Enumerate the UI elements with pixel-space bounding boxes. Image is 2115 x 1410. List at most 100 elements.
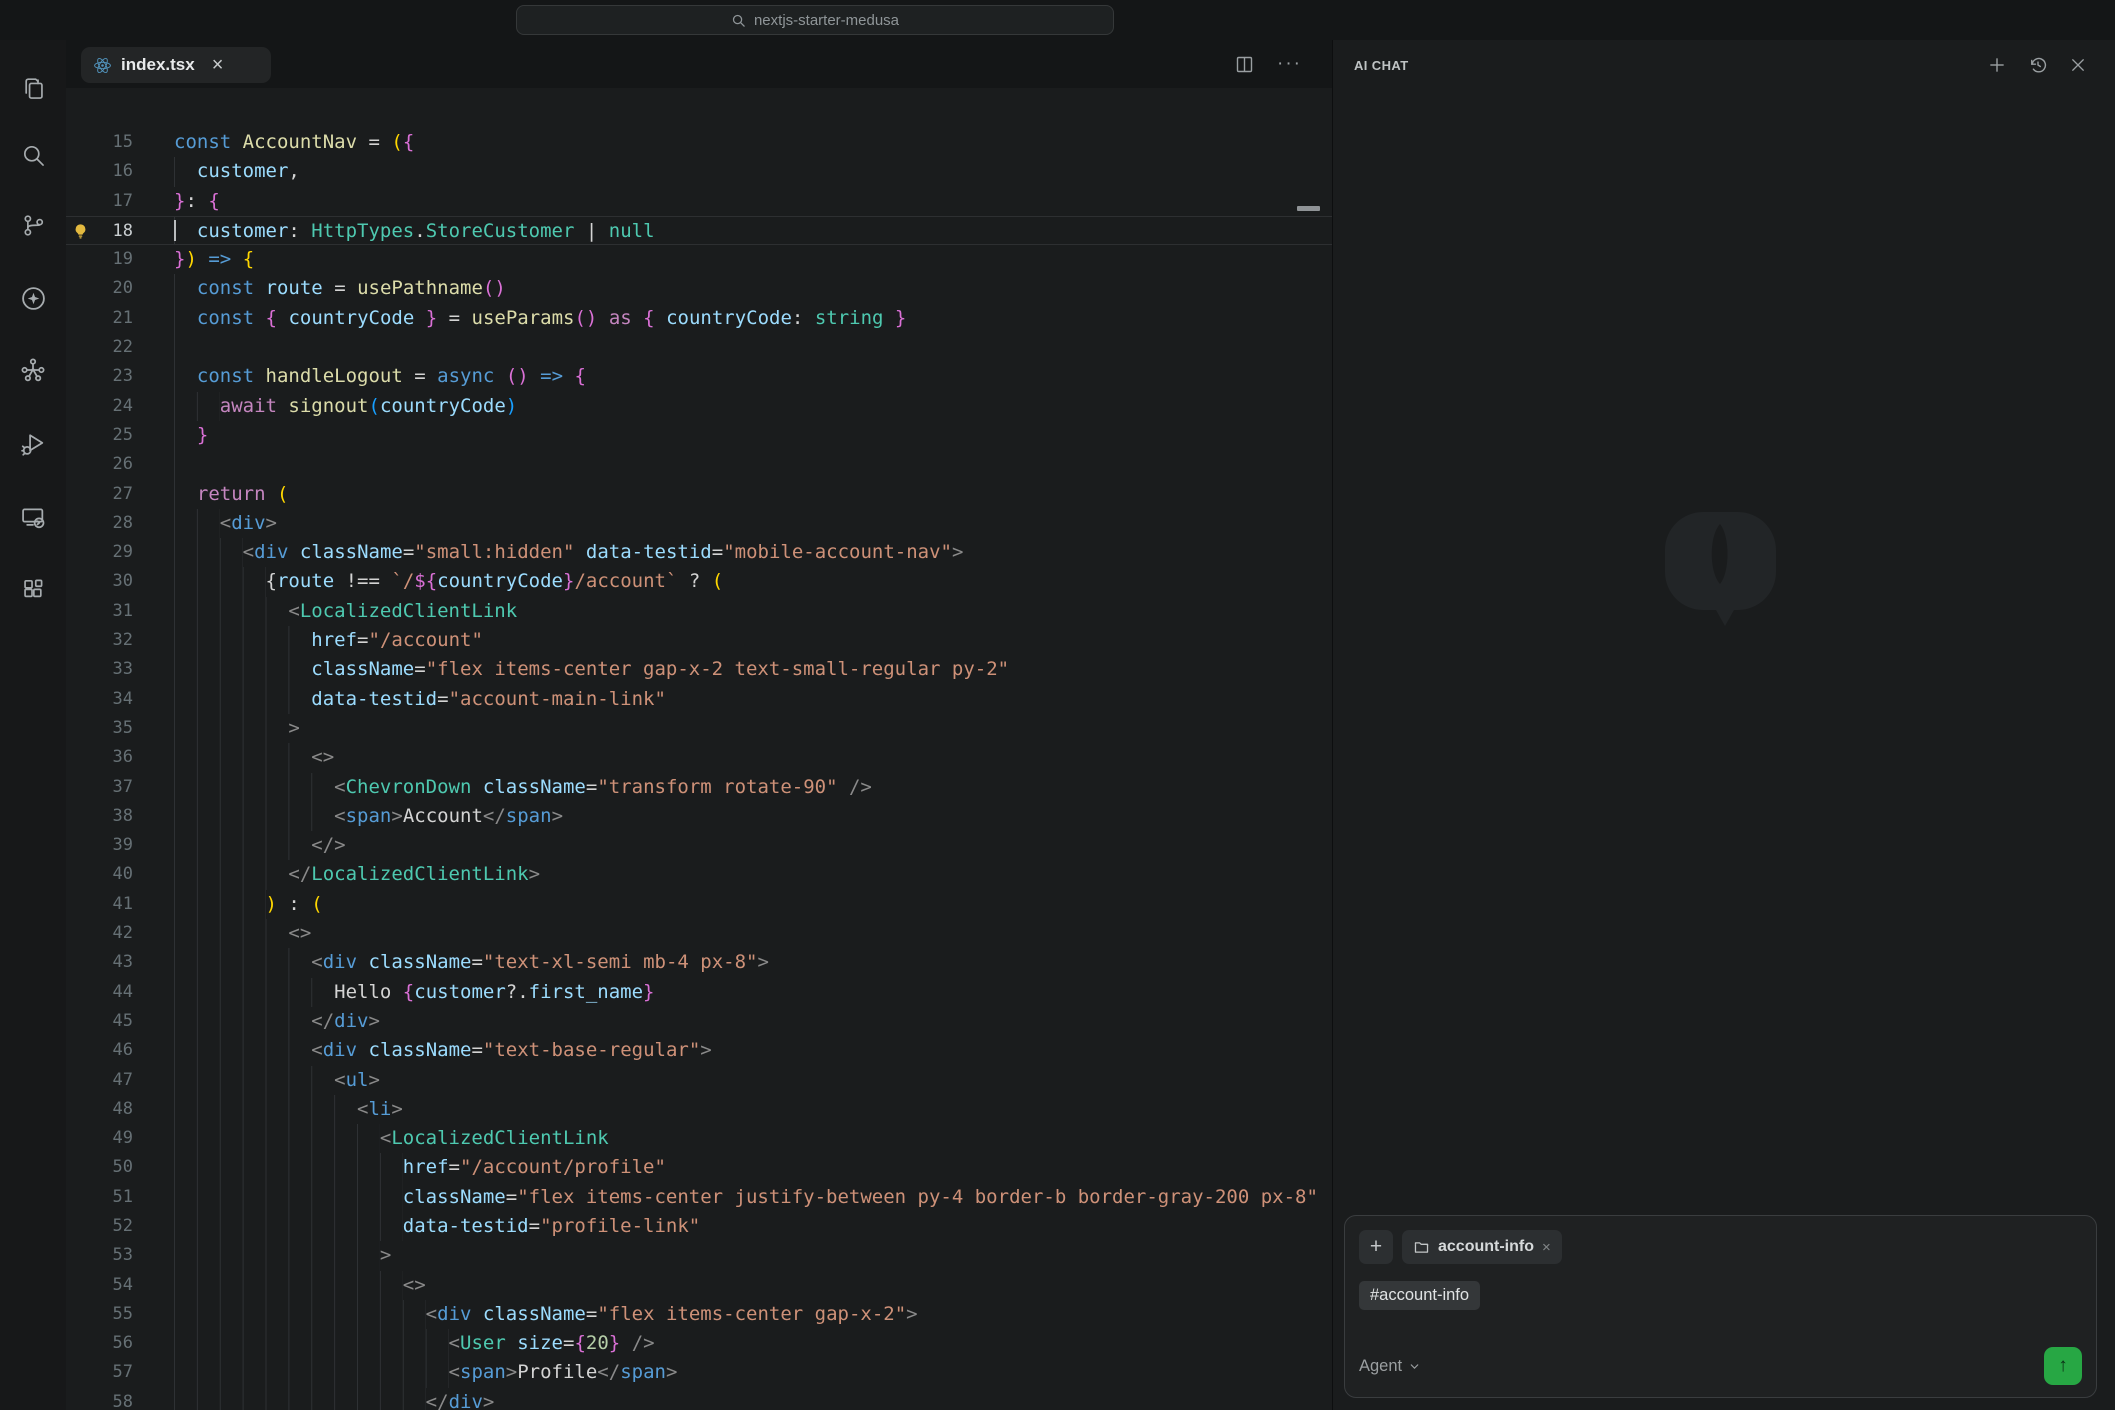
code-text: <LocalizedClientLink [174, 1124, 1332, 1153]
code-line[interactable]: 22 [66, 333, 1332, 362]
files-icon [20, 75, 47, 102]
line-number: 36 [66, 743, 133, 772]
code-line[interactable]: 45 </div> [66, 1007, 1332, 1036]
code-line[interactable]: 30 {route !== `/${countryCode}/account` … [66, 567, 1332, 596]
code-line[interactable]: 18 customer: HttpTypes.StoreCustomer | n… [66, 216, 1332, 245]
code-text: > [174, 714, 1332, 743]
more-actions-button[interactable]: ··· [1277, 53, 1302, 75]
code-line[interactable]: 50 href="/account/profile" [66, 1153, 1332, 1182]
sidebar-item-connections[interactable] [0, 348, 66, 392]
chat-header: AI CHAT [1333, 40, 2115, 90]
activity-bar [0, 40, 66, 1410]
code-line[interactable]: 21 const { countryCode } = useParams() a… [66, 304, 1332, 333]
line-number: 18 [66, 217, 133, 244]
code-line[interactable]: 44 Hello {customer?.first_name} [66, 978, 1332, 1007]
code-line[interactable]: 54 <> [66, 1271, 1332, 1300]
chip-close-icon[interactable]: × [1542, 1239, 1551, 1256]
code-line[interactable]: 41 ) : ( [66, 890, 1332, 919]
code-line[interactable]: 24 await signout(countryCode) [66, 392, 1332, 421]
indent-guides [174, 1066, 334, 1095]
indent-guides [174, 304, 197, 333]
sidebar-item-explorer[interactable] [0, 66, 66, 110]
code-line[interactable]: 35 > [66, 714, 1332, 743]
code-line[interactable]: 27 return ( [66, 480, 1332, 509]
code-text: <> [174, 743, 1332, 772]
close-icon [2069, 56, 2087, 74]
agent-mode-dropdown[interactable]: Agent [1359, 1357, 1421, 1376]
sidebar-item-search[interactable] [0, 133, 66, 177]
code-line[interactable]: 57 <span>Profile</span> [66, 1358, 1332, 1387]
code-line[interactable]: 25 } [66, 421, 1332, 450]
indent-guides [174, 714, 288, 743]
sidebar-item-cursor-agent[interactable] [0, 276, 66, 320]
code-line[interactable]: 38 <span>Account</span> [66, 802, 1332, 831]
new-chat-button[interactable] [1987, 55, 2007, 75]
split-editor-button[interactable] [1234, 54, 1255, 75]
command-search-input[interactable]: nextjs-starter-medusa [516, 5, 1114, 35]
indent-guides [174, 831, 311, 860]
send-button[interactable]: ↑ [2044, 1347, 2082, 1385]
context-chip-account-info[interactable]: account-info × [1402, 1230, 1562, 1264]
close-panel-button[interactable] [2069, 56, 2087, 74]
code-line[interactable]: 39 </> [66, 831, 1332, 860]
folder-icon [1413, 1239, 1430, 1256]
code-line[interactable]: 37 <ChevronDown className="transform rot… [66, 773, 1332, 802]
tab-close-icon[interactable]: × [212, 55, 224, 75]
chat-history-button[interactable] [2028, 55, 2048, 75]
code-line[interactable]: 47 <ul> [66, 1066, 1332, 1095]
message-tag-pill[interactable]: #account-info [1359, 1281, 1480, 1310]
code-line[interactable]: 52 data-testid="profile-link" [66, 1212, 1332, 1241]
sidebar-item-extensions[interactable] [0, 568, 66, 612]
code-text: <span>Profile</span> [174, 1358, 1332, 1387]
tab-index-tsx[interactable]: index.tsx × [81, 47, 271, 83]
code-area[interactable]: 15const AccountNav = ({16 customer,17}: … [66, 88, 1332, 1410]
line-number: 57 [66, 1358, 133, 1387]
sidebar-item-remote-explorer[interactable] [0, 495, 66, 539]
add-context-button[interactable]: + [1359, 1230, 1393, 1264]
code-line[interactable]: 49 <LocalizedClientLink [66, 1124, 1332, 1153]
code-text: }: { [174, 187, 1332, 216]
code-line[interactable]: 56 <User size={20} /> [66, 1329, 1332, 1358]
code-line[interactable]: 53 > [66, 1241, 1332, 1270]
indent-guides [174, 919, 288, 948]
code-line[interactable]: 33 className="flex items-center gap-x-2 … [66, 655, 1332, 684]
code-line[interactable]: 32 href="/account" [66, 626, 1332, 655]
code-line[interactable]: 34 data-testid="account-main-link" [66, 685, 1332, 714]
code-line[interactable]: 43 <div className="text-xl-semi mb-4 px-… [66, 948, 1332, 977]
code-line[interactable]: 55 <div className="flex items-center gap… [66, 1300, 1332, 1329]
code-line[interactable]: 40 </LocalizedClientLink> [66, 860, 1332, 889]
lightbulb-icon[interactable] [71, 222, 90, 241]
line-number: 49 [66, 1124, 133, 1153]
code-line[interactable]: 28 <div> [66, 509, 1332, 538]
search-text: nextjs-starter-medusa [754, 12, 899, 29]
code-text: <> [174, 1271, 1332, 1300]
chat-input-box[interactable]: + account-info × #account-info Agent ↑ [1344, 1215, 2097, 1398]
sidebar-item-run-and-debug[interactable] [0, 422, 66, 466]
code-line[interactable]: 29 <div className="small:hidden" data-te… [66, 538, 1332, 567]
line-number: 53 [66, 1241, 133, 1270]
code-line[interactable]: 17}: { [66, 187, 1332, 216]
code-line[interactable]: 51 className="flex items-center justify-… [66, 1183, 1332, 1212]
sidebar-item-source-control[interactable] [0, 203, 66, 247]
chat-watermark-logo [1663, 510, 1778, 637]
line-number: 58 [66, 1388, 133, 1410]
code-line[interactable]: 16 customer, [66, 157, 1332, 186]
indent-guides [174, 597, 288, 626]
code-line[interactable]: 42 <> [66, 919, 1332, 948]
line-number: 51 [66, 1183, 133, 1212]
line-number: 44 [66, 978, 133, 1007]
app-window: { "topbar": { "search_text": "nextjs-sta… [0, 0, 2115, 1410]
code-line[interactable]: 23 const handleLogout = async () => { [66, 362, 1332, 391]
code-line[interactable]: 48 <li> [66, 1095, 1332, 1124]
code-line[interactable]: 26 [66, 450, 1332, 479]
code-line[interactable]: 46 <div className="text-base-regular"> [66, 1036, 1332, 1065]
code-text: <li> [174, 1095, 1332, 1124]
code-line[interactable]: 36 <> [66, 743, 1332, 772]
line-number: 45 [66, 1007, 133, 1036]
code-line[interactable]: 31 <LocalizedClientLink [66, 597, 1332, 626]
code-line[interactable]: 20 const route = usePathname() [66, 274, 1332, 303]
line-number: 27 [66, 480, 133, 509]
code-line[interactable]: 15const AccountNav = ({ [66, 128, 1332, 157]
code-line[interactable]: 19}) => { [66, 245, 1332, 274]
code-line[interactable]: 58 </div> [66, 1388, 1332, 1410]
